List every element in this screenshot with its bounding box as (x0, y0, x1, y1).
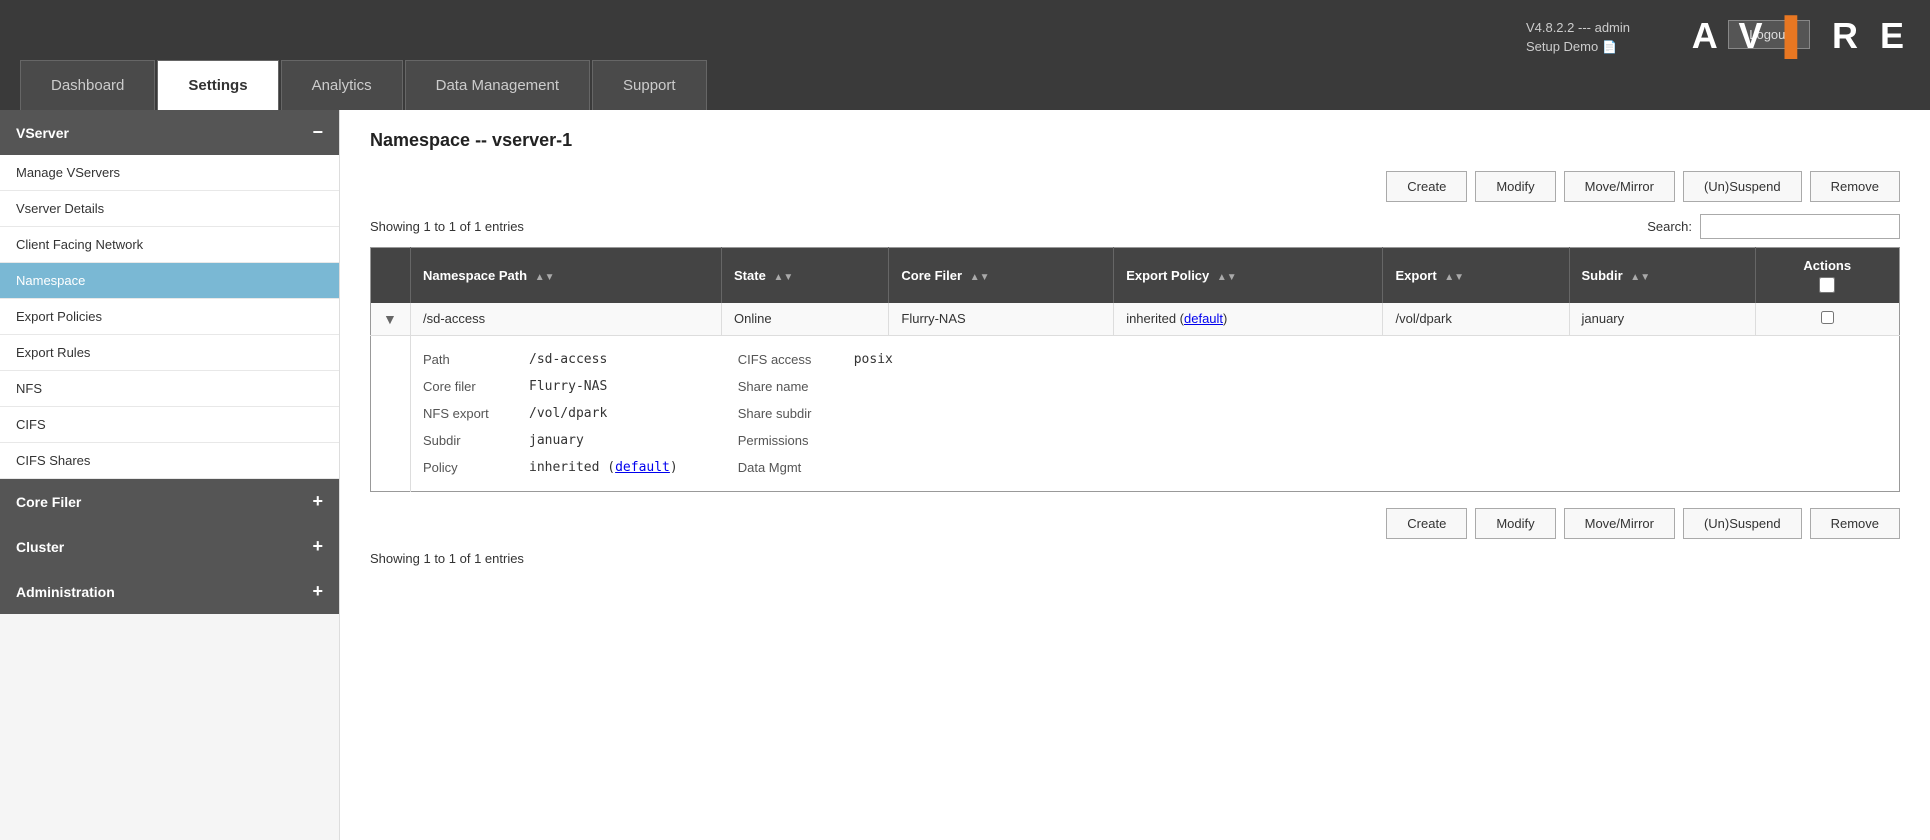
detail-left-col: Path /sd-access Core filer Flurry-NAS NF… (423, 352, 678, 475)
detail-path: Path /sd-access (423, 352, 678, 367)
table-row: ▼ /sd-access Online Flurry-NAS inherited… (371, 303, 1900, 336)
setup-demo-icon: 📄 (1602, 40, 1617, 54)
search-label: Search: (1647, 219, 1692, 234)
showing-entries-bottom: Showing 1 to 1 of 1 entries (370, 551, 524, 566)
sidebar-item-namespace[interactable]: Namespace (0, 263, 339, 299)
sidebar-item-nfs[interactable]: NFS (0, 371, 339, 407)
detail-share-subdir: Share subdir (738, 406, 893, 421)
top-button-bar: Create Modify Move/Mirror (Un)Suspend Re… (370, 171, 1900, 202)
modify-button-top[interactable]: Modify (1475, 171, 1555, 202)
detail-content: Path /sd-access Core filer Flurry-NAS NF… (423, 344, 1887, 483)
actions-select-all-checkbox[interactable] (1819, 277, 1835, 293)
row-export: /vol/dpark (1383, 303, 1569, 336)
detail-policy: Policy inherited (default) (423, 460, 678, 475)
col-export[interactable]: Export ▲▼ (1383, 248, 1569, 304)
tab-support[interactable]: Support (592, 60, 707, 110)
col-expand (371, 248, 411, 304)
col-actions: Actions (1755, 248, 1899, 304)
cluster-expand-icon: + (312, 536, 323, 557)
table-detail-row: Path /sd-access Core filer Flurry-NAS NF… (371, 336, 1900, 492)
page-title: Namespace -- vserver-1 (370, 130, 1900, 151)
namespace-table: Namespace Path ▲▼ State ▲▼ Core Filer ▲▼… (370, 247, 1900, 492)
sidebar-item-manage-vservers[interactable]: Manage VServers (0, 155, 339, 191)
sidebar-item-cifs-shares[interactable]: CIFS Shares (0, 443, 339, 479)
detail-subdir: Subdir january (423, 433, 678, 448)
tab-analytics[interactable]: Analytics (281, 60, 403, 110)
row-core-filer: Flurry-NAS (889, 303, 1114, 336)
core-filer-expand-icon: + (312, 491, 323, 512)
sidebar-section-core-filer[interactable]: Core Filer + (0, 479, 339, 524)
sidebar-section-cluster[interactable]: Cluster + (0, 524, 339, 569)
col-namespace-path[interactable]: Namespace Path ▲▼ (411, 248, 722, 304)
detail-right-col: CIFS access posix Share name Share subdi… (738, 352, 893, 475)
row-subdir: january (1569, 303, 1755, 336)
remove-button-top[interactable]: Remove (1810, 171, 1900, 202)
sidebar-item-cifs[interactable]: CIFS (0, 407, 339, 443)
version-label: V4.8.2.2 --- admin (1526, 20, 1630, 35)
tab-dashboard[interactable]: Dashboard (20, 60, 155, 110)
table-info-top: Showing 1 to 1 of 1 entries Search: (370, 214, 1900, 239)
avere-logo: A V ▌ R E (1692, 15, 1910, 57)
tab-settings[interactable]: Settings (157, 60, 278, 110)
nav-tabs: Dashboard Settings Analytics Data Manage… (20, 0, 709, 110)
modify-button-bottom[interactable]: Modify (1475, 508, 1555, 539)
sidebar-item-export-rules[interactable]: Export Rules (0, 335, 339, 371)
unsuspend-button-top[interactable]: (Un)Suspend (1683, 171, 1802, 202)
main-layout: VServer − Manage VServers Vserver Detail… (0, 110, 1930, 840)
detail-cifs-access: CIFS access posix (738, 352, 893, 367)
detail-permissions: Permissions (738, 433, 893, 448)
subdir-sort-icon[interactable]: ▲▼ (1630, 272, 1650, 283)
detail-data-mgmt: Data Mgmt (738, 460, 893, 475)
row-expand-arrow[interactable]: ▼ (383, 311, 397, 327)
vserver-collapse-icon: − (312, 122, 323, 143)
detail-share-name: Share name (738, 379, 893, 394)
sidebar-item-vserver-details[interactable]: Vserver Details (0, 191, 339, 227)
search-box: Search: (1647, 214, 1900, 239)
detail-policy-link[interactable]: default (615, 460, 670, 475)
sidebar-item-client-facing-network[interactable]: Client Facing Network (0, 227, 339, 263)
export-policy-link[interactable]: default (1184, 311, 1223, 326)
row-expand-cell[interactable]: ▼ (371, 303, 411, 336)
unsuspend-button-bottom[interactable]: (Un)Suspend (1683, 508, 1802, 539)
sidebar: VServer − Manage VServers Vserver Detail… (0, 110, 340, 840)
row-checkbox[interactable] (1821, 311, 1834, 324)
header-info: V4.8.2.2 --- admin Setup Demo 📄 (1526, 20, 1630, 54)
showing-entries-top: Showing 1 to 1 of 1 entries (370, 219, 524, 234)
col-export-policy[interactable]: Export Policy ▲▼ (1114, 248, 1383, 304)
core-filer-sort-icon[interactable]: ▲▼ (970, 272, 990, 283)
create-button-bottom[interactable]: Create (1386, 508, 1467, 539)
detail-core-filer: Core filer Flurry-NAS (423, 379, 678, 394)
sidebar-item-export-policies[interactable]: Export Policies (0, 299, 339, 335)
row-state: Online (722, 303, 889, 336)
table-info-bottom: Showing 1 to 1 of 1 entries (370, 551, 1900, 566)
search-input[interactable] (1700, 214, 1900, 239)
sidebar-section-administration[interactable]: Administration + (0, 569, 339, 614)
row-actions-checkbox-cell (1755, 303, 1899, 336)
main-content: Namespace -- vserver-1 Create Modify Mov… (340, 110, 1930, 840)
header: Dashboard Settings Analytics Data Manage… (0, 0, 1930, 110)
sidebar-section-vserver[interactable]: VServer − (0, 110, 339, 155)
detail-nfs-export: NFS export /vol/dpark (423, 406, 678, 421)
export-policy-sort-icon[interactable]: ▲▼ (1217, 272, 1237, 283)
administration-expand-icon: + (312, 581, 323, 602)
col-subdir[interactable]: Subdir ▲▼ (1569, 248, 1755, 304)
col-core-filer[interactable]: Core Filer ▲▼ (889, 248, 1114, 304)
remove-button-bottom[interactable]: Remove (1810, 508, 1900, 539)
state-sort-icon[interactable]: ▲▼ (773, 272, 793, 283)
tab-data-management[interactable]: Data Management (405, 60, 590, 110)
setup-demo[interactable]: Setup Demo 📄 (1526, 39, 1630, 54)
row-export-policy: inherited (default) (1114, 303, 1383, 336)
move-mirror-button-top[interactable]: Move/Mirror (1564, 171, 1675, 202)
detail-cell: Path /sd-access Core filer Flurry-NAS NF… (411, 336, 1900, 492)
namespace-path-sort-icon[interactable]: ▲▼ (535, 272, 555, 283)
row-namespace-path: /sd-access (411, 303, 722, 336)
col-state[interactable]: State ▲▼ (722, 248, 889, 304)
bottom-button-bar: Create Modify Move/Mirror (Un)Suspend Re… (370, 508, 1900, 539)
create-button-top[interactable]: Create (1386, 171, 1467, 202)
move-mirror-button-bottom[interactable]: Move/Mirror (1564, 508, 1675, 539)
export-sort-icon[interactable]: ▲▼ (1444, 272, 1464, 283)
